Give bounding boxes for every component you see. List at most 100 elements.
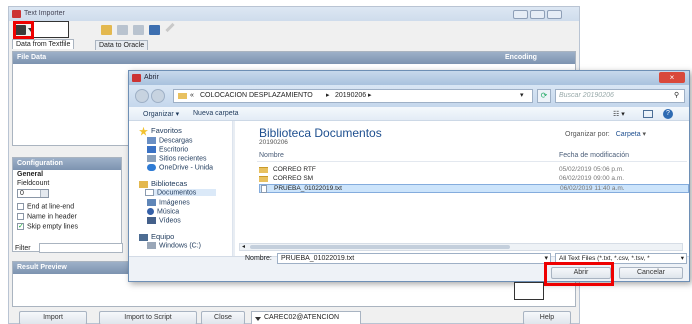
- chevron-right-icon[interactable]: ▸: [326, 90, 330, 102]
- blank-overlay-box: [514, 282, 544, 300]
- disk-as-icon[interactable]: [133, 25, 144, 35]
- nav-documents[interactable]: Documentos: [145, 189, 217, 197]
- fieldcount-spinner[interactable]: 0: [17, 189, 49, 198]
- scroll-thumb[interactable]: [250, 245, 510, 249]
- tab-data-from-textfile[interactable]: Data from Textfile: [12, 39, 75, 49]
- nav-videos[interactable]: Vídeos: [147, 217, 181, 224]
- dialog-app-icon: [132, 74, 141, 82]
- folder-icon[interactable]: [101, 25, 112, 35]
- file-row-correo-sm[interactable]: CORREO SM 06/02/2019 09:00 a.m.: [259, 175, 689, 183]
- folder-icon: [259, 176, 268, 182]
- nav-recent[interactable]: Sitios recientes: [147, 155, 206, 162]
- spinner-arrows-icon[interactable]: [40, 190, 48, 197]
- text-file-icon: [261, 185, 267, 193]
- navigation-pane: Favoritos Descargas Escritorio Sitios re…: [129, 121, 233, 256]
- app-icon: [12, 10, 21, 18]
- filter-input[interactable]: [39, 243, 123, 253]
- music-icon: [147, 208, 154, 215]
- organize-menu[interactable]: Organizar ▾: [143, 110, 179, 118]
- nav-desktop[interactable]: Escritorio: [147, 146, 188, 153]
- column-divider: [257, 161, 687, 162]
- column-date-header[interactable]: Fecha de modificación: [559, 152, 629, 159]
- nav-drive-c[interactable]: Windows (C:): [147, 242, 201, 249]
- checkbox-box-checked[interactable]: ✓: [17, 223, 24, 230]
- folder-icon: [259, 167, 268, 173]
- tab-data-to-oracle[interactable]: Data to Oracle: [95, 40, 149, 50]
- cloud-icon: [147, 164, 156, 171]
- checkbox-box[interactable]: [17, 213, 24, 220]
- close-window-button[interactable]: Close: [201, 311, 245, 324]
- import-button[interactable]: Import: [19, 311, 87, 324]
- nav-music[interactable]: Música: [147, 208, 179, 215]
- pencil-icon[interactable]: [165, 22, 175, 33]
- chevron-right-icon[interactable]: ▸: [368, 90, 372, 102]
- breadcrumb-item-1[interactable]: COLOCACION DESPLAZAMIENTO: [200, 90, 313, 102]
- checkbox-end-at-line-end[interactable]: End at line-end: [17, 203, 74, 210]
- file-row-correo-rtf[interactable]: CORREO RTF 05/02/2019 05:06 p.m.: [259, 166, 689, 174]
- database-icon[interactable]: [149, 25, 160, 35]
- dropdown-arrow-icon[interactable]: [255, 317, 261, 321]
- computer-icon: [139, 233, 148, 241]
- recent-places-icon: [147, 155, 156, 162]
- command-bar: Organizar ▾ Nueva carpeta ☷ ▾ ?: [129, 107, 689, 121]
- dropdown-arrow-icon[interactable]: ▾: [680, 254, 684, 263]
- search-input[interactable]: Buscar 20190206: [555, 89, 685, 103]
- images-icon: [147, 199, 156, 206]
- fieldcount-value: 0: [20, 190, 24, 197]
- close-button[interactable]: [547, 10, 562, 19]
- arrange-label: Organizar por:: [565, 131, 610, 138]
- fieldcount-label: Fieldcount: [17, 180, 50, 187]
- scroll-left-icon[interactable]: ◂: [242, 243, 245, 250]
- help-button[interactable]: Help: [523, 311, 571, 324]
- chevron-double-icon[interactable]: «: [190, 90, 194, 102]
- preview-pane-icon[interactable]: [643, 110, 653, 118]
- connection-value: CAREC02@ATENCION: [264, 314, 340, 321]
- library-subtitle: 20190206: [259, 139, 288, 146]
- connection-select[interactable]: CAREC02@ATENCION: [251, 311, 361, 324]
- filename-input[interactable]: PRUEBA_01022019.txt ▾: [277, 253, 551, 264]
- column-name-header[interactable]: Nombre: [259, 152, 284, 159]
- libraries-icon: [139, 180, 148, 188]
- nav-computer[interactable]: Equipo: [139, 232, 174, 241]
- filter-label: Filter: [15, 245, 31, 252]
- library-title: Biblioteca Documentos: [259, 126, 382, 140]
- disk-icon[interactable]: [117, 25, 128, 35]
- open-file-dialog: Abrir × « COLOCACION DESPLAZAMIENTO ▸ 20…: [128, 70, 690, 282]
- cancel-button[interactable]: Cancelar: [619, 267, 683, 279]
- desktop-icon: [147, 146, 156, 153]
- dropdown-arrow-icon[interactable]: ▾: [520, 90, 524, 102]
- arrange-by-control[interactable]: Organizar por: Carpeta ▾: [565, 130, 646, 138]
- checkbox-name-in-header[interactable]: Name in header: [17, 213, 77, 220]
- dialog-title-bar: Abrir ×: [129, 71, 689, 85]
- nav-downloads[interactable]: Descargas: [147, 137, 192, 144]
- nav-libraries[interactable]: Bibliotecas: [139, 179, 187, 188]
- videos-icon: [147, 217, 156, 224]
- blank-overlay-box: [33, 21, 69, 38]
- help-icon[interactable]: ?: [663, 109, 673, 119]
- maximize-button[interactable]: [530, 10, 545, 19]
- drive-icon: [147, 242, 156, 249]
- highlight-open-button: [13, 21, 34, 39]
- back-button[interactable]: [135, 89, 149, 103]
- breadcrumb[interactable]: « COLOCACION DESPLAZAMIENTO ▸ 20190206 ▸…: [173, 89, 533, 103]
- refresh-button[interactable]: ⟳: [537, 89, 551, 103]
- search-icon[interactable]: ⚲: [674, 91, 679, 99]
- breadcrumb-item-2[interactable]: 20190206: [335, 90, 366, 102]
- encoding-label[interactable]: Encoding: [505, 54, 537, 61]
- highlight-open-button: [544, 262, 614, 286]
- checkbox-box[interactable]: [17, 203, 24, 210]
- horizontal-scrollbar[interactable]: ◂: [239, 243, 683, 251]
- checkbox-skip-empty-lines[interactable]: ✓ Skip empty lines: [17, 223, 78, 230]
- forward-button[interactable]: [151, 89, 165, 103]
- file-row-prueba-txt[interactable]: PRUEBA_01022019.txt 06/02/2019 11:40 a.m…: [259, 184, 689, 193]
- dialog-close-button[interactable]: ×: [659, 72, 685, 83]
- arrange-value[interactable]: Carpeta: [616, 131, 641, 138]
- import-to-script-button[interactable]: Import to Script: [99, 311, 197, 324]
- general-label: General: [17, 171, 44, 178]
- nav-onedrive[interactable]: OneDrive - Unida: [147, 164, 213, 171]
- view-options-icon[interactable]: ☷ ▾: [613, 110, 625, 118]
- nav-images[interactable]: Imágenes: [147, 199, 190, 206]
- minimize-button[interactable]: [513, 10, 528, 19]
- new-folder-button[interactable]: Nueva carpeta: [193, 110, 239, 117]
- nav-favorites[interactable]: Favoritos: [139, 126, 182, 136]
